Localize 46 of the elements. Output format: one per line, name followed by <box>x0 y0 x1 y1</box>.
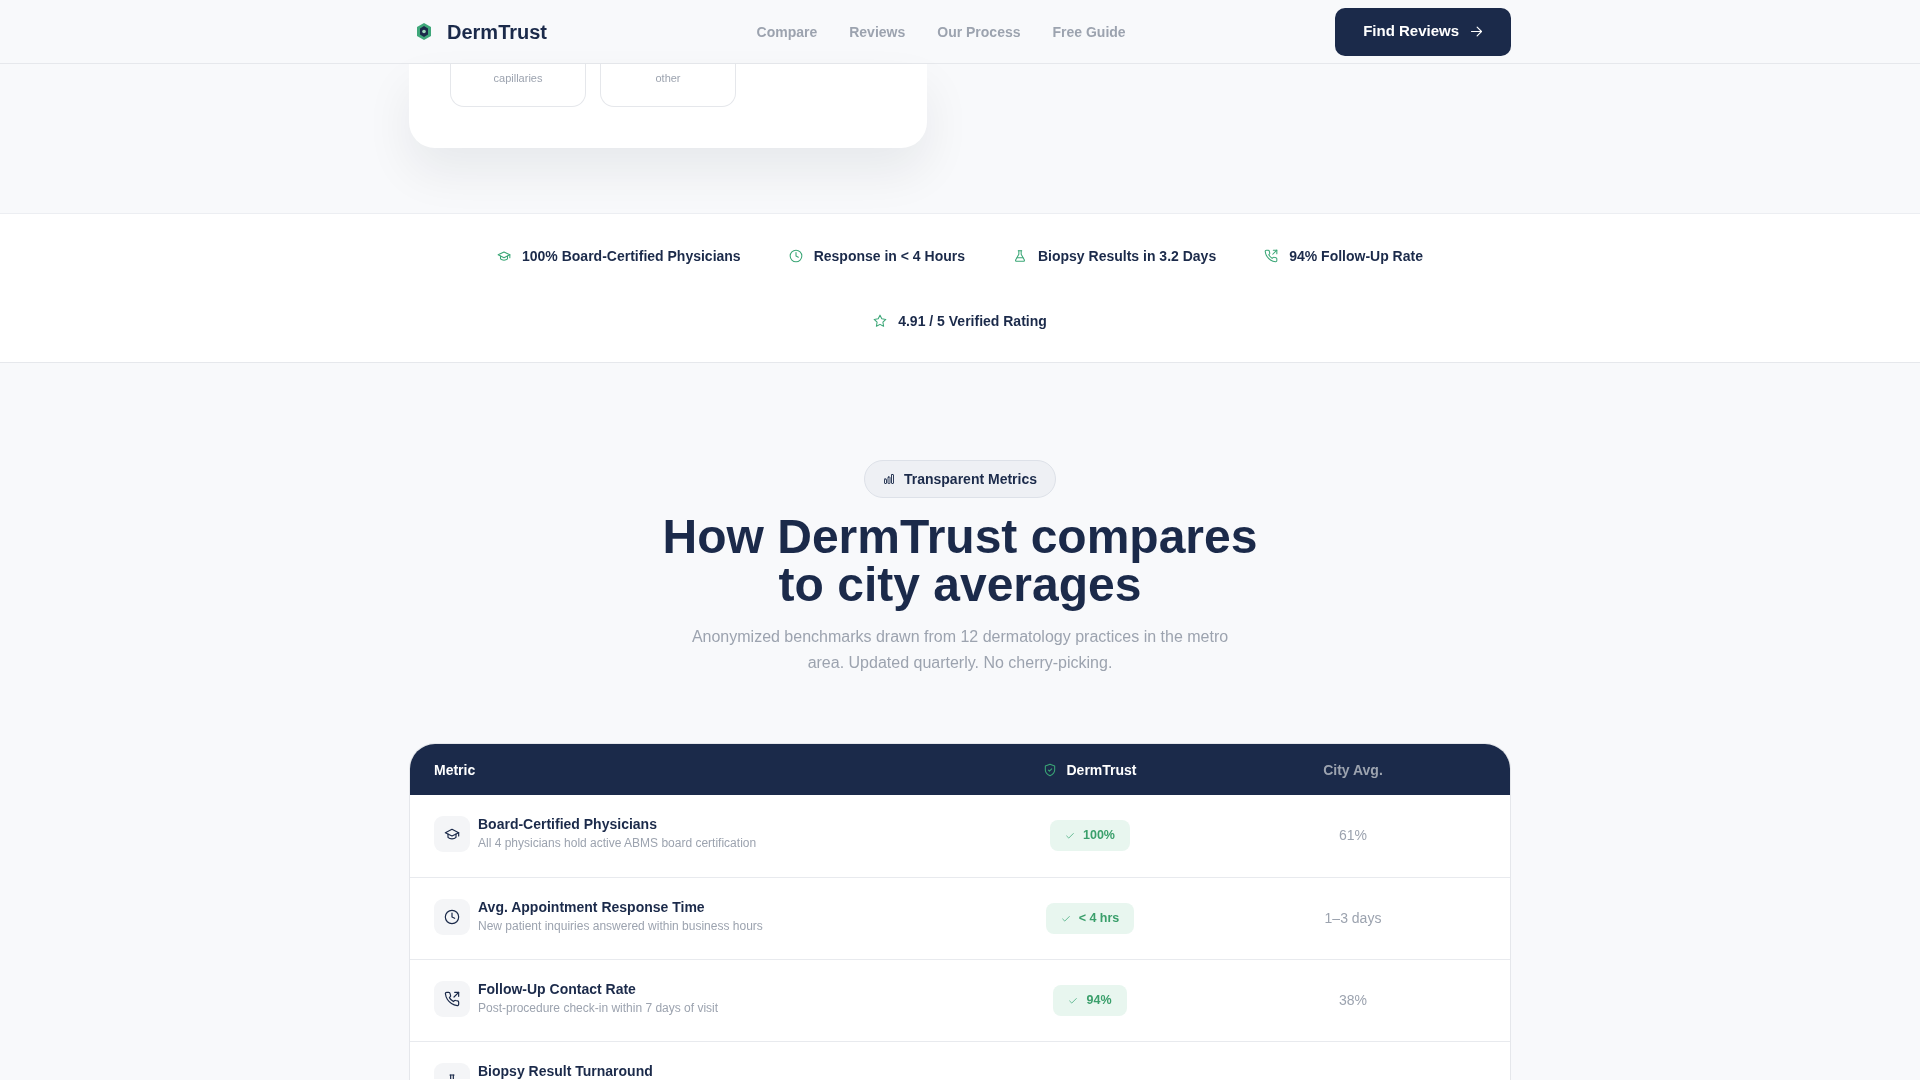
graduation-cap-icon <box>434 816 470 852</box>
bar-chart-icon <box>882 473 895 485</box>
column-header: City Avg. <box>1322 760 1384 779</box>
trust-stat-label: 100% Board-Certified Physicians <box>522 247 741 266</box>
check-icon <box>1060 913 1071 924</box>
column-header: Metric <box>434 760 477 779</box>
clock-icon <box>434 899 470 935</box>
dermtrust-value-label: 94% <box>1086 992 1112 1010</box>
find-reviews-button[interactable]: Find Reviews <box>1335 7 1511 56</box>
arrow-right-icon <box>1469 24 1484 39</box>
trust-stat-label: 4.91 / 5 Verified Rating <box>898 312 1047 331</box>
metric-title: Follow-Up Contact Rate <box>478 981 637 997</box>
section-subtitle: Anonymized benchmarks drawn from 12 dermatology practices in the metro area. Updated quarterly. No cherry-picking. <box>690 627 1230 673</box>
logo-icon[interactable] <box>417 23 431 40</box>
metric-description: New patient inquiries answered within business hours <box>478 918 763 934</box>
flask-icon <box>1013 249 1027 263</box>
nav-link[interactable]: Free Guide <box>1052 22 1126 41</box>
trust-stat-label: Response in < 4 Hours <box>813 247 965 266</box>
nav-link[interactable]: Reviews <box>849 22 906 41</box>
condition-option[interactable]: other <box>600 64 736 107</box>
dermtrust-value-label: 100% <box>1083 827 1115 845</box>
nav-link[interactable]: Our Process <box>937 22 1021 41</box>
star-icon <box>873 314 888 328</box>
check-icon <box>1065 830 1075 841</box>
metric-description: All 4 physicians hold active ABMS board certification <box>478 835 757 851</box>
metric-title: Biopsy Result Turnaround <box>478 1063 653 1079</box>
metric-title: Board-Certified Physicians <box>478 816 658 832</box>
trust-stat-label: Biopsy Results in 3.2 Days <box>1038 247 1217 266</box>
check-icon <box>1068 995 1079 1006</box>
nav-link[interactable]: Compare <box>756 22 818 41</box>
city-average-value: 61% <box>1338 826 1368 845</box>
brand-name[interactable]: DermTrust <box>447 19 548 44</box>
column-header: DermTrust <box>1066 760 1137 779</box>
section-heading: How DermTrust compares to city averages <box>661 513 1259 609</box>
trust-stat-label: 94% Follow-Up Rate <box>1289 247 1423 266</box>
section-tag-label: Transparent Metrics <box>903 469 1038 489</box>
shield-check-icon <box>1043 762 1058 777</box>
city-average-value: 1–3 days <box>1323 909 1383 928</box>
graduation-cap-icon <box>497 249 511 263</box>
metric-title: Avg. Appointment Response Time <box>478 899 706 915</box>
metric-description: Post-procedure check-in within 7 days of visit <box>478 1000 719 1016</box>
condition-option[interactable]: capillaries <box>450 64 586 107</box>
phone-arrow-icon <box>1264 249 1279 263</box>
city-average-value: 38% <box>1338 991 1368 1010</box>
dermtrust-value-label: < 4 hrs <box>1078 910 1120 928</box>
clock-icon <box>788 249 803 263</box>
